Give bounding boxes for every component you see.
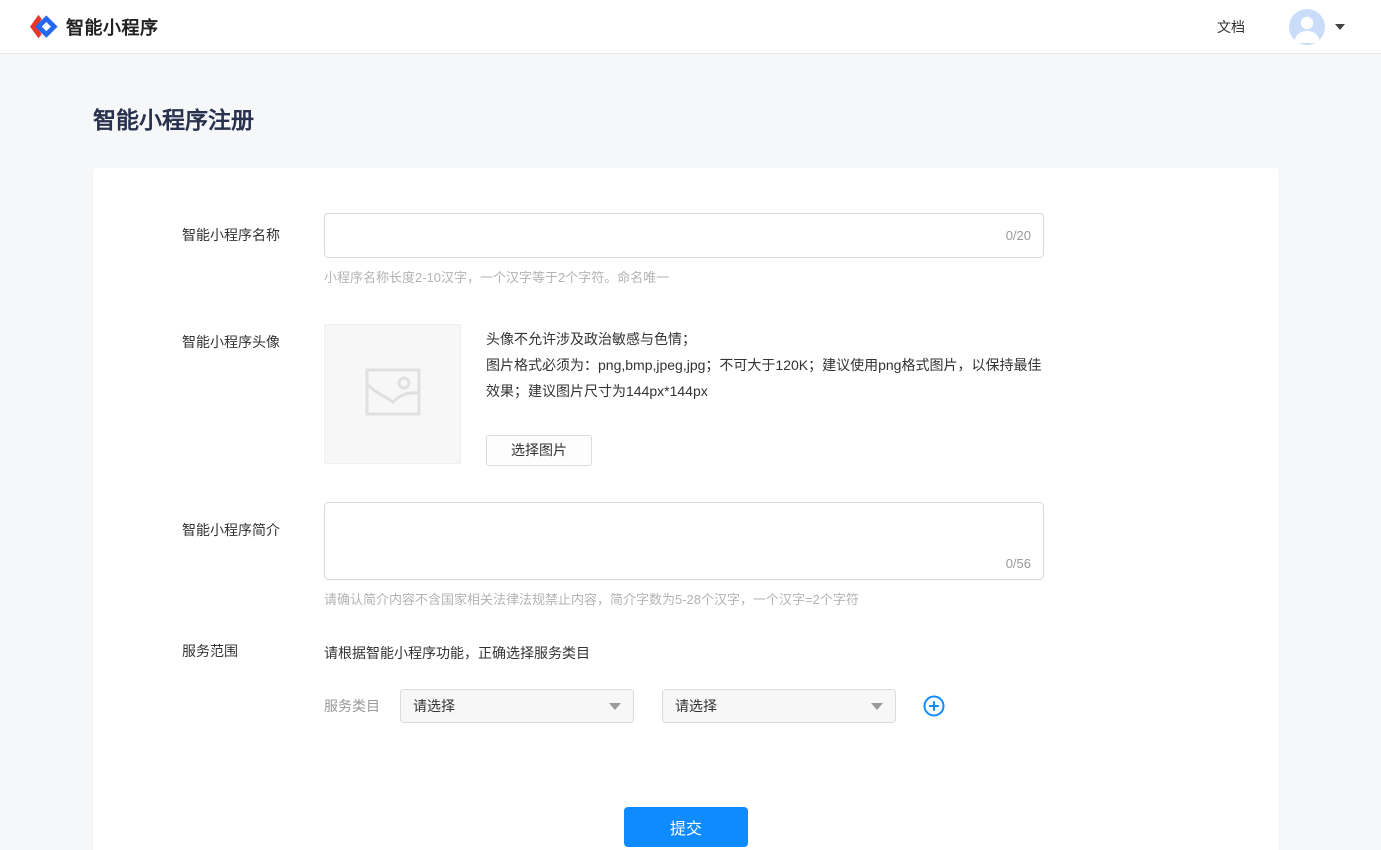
category-label: 服务类目 [324,696,380,716]
plus-circle-icon[interactable] [923,695,945,717]
avatar-upload-box[interactable] [324,324,461,464]
chevron-down-icon [609,703,621,710]
name-label: 智能小程序名称 [182,213,324,286]
caret-down-icon[interactable] [1335,24,1345,30]
name-input[interactable] [325,214,1043,257]
name-help-text: 小程序名称长度2-10汉字，一个汉字等于2个字符。命名唯一 [324,267,1044,286]
brand: 智能小程序 [28,12,159,42]
avatar-tips-line1: 头像不允许涉及政治敏感与色情； [486,326,1042,352]
smartprogram-logo-icon [28,12,58,42]
page-title: 智能小程序注册 [93,101,1381,135]
scope-label: 服务范围 [182,641,324,723]
name-row: 智能小程序名称 0/20 小程序名称长度2-10汉字，一个汉字等于2个字符。命名… [182,213,1279,286]
top-header: 智能小程序 文档 [0,0,1381,54]
intro-row: 智能小程序简介 0/56 请确认简介内容不含国家相关法律法规禁止内容，简介字数为… [182,502,1279,608]
avatar-tips-line2: 图片格式必须为：png,bmp,jpeg,jpg；不可大于120K；建议使用pn… [486,352,1042,404]
docs-link[interactable]: 文档 [1217,17,1245,37]
intro-textarea[interactable] [325,503,1043,579]
choose-image-button[interactable]: 选择图片 [486,435,592,466]
avatar-row: 智能小程序头像 头像不允许涉及政治敏感与色情； 图片格式必须为：png,bmp,… [182,324,1279,466]
header-right: 文档 [1217,9,1345,45]
submit-row: 提交 [93,807,1279,847]
intro-field-box: 0/56 [324,502,1044,580]
chevron-down-icon [871,703,883,710]
category-select-1[interactable]: 请选择 [400,689,634,723]
brand-title: 智能小程序 [66,14,159,40]
category-select-2-value: 请选择 [675,696,717,716]
avatar-label: 智能小程序头像 [182,324,324,466]
intro-help-text: 请确认简介内容不含国家相关法律法规禁止内容，简介字数为5-28个汉字，一个汉字=… [324,589,1044,608]
category-select-1-value: 请选择 [413,696,455,716]
intro-label: 智能小程序简介 [182,502,324,608]
name-field-box: 0/20 [324,213,1044,258]
image-placeholder-icon [365,368,421,421]
scope-row: 服务范围 请根据智能小程序功能，正确选择服务类目 服务类目 请选择 请选择 [182,641,1279,723]
user-avatar-icon[interactable] [1289,9,1325,45]
scope-instruction: 请根据智能小程序功能，正确选择服务类目 [324,641,945,663]
category-row: 服务类目 请选择 请选择 [324,689,945,723]
registration-card: 智能小程序名称 0/20 小程序名称长度2-10汉字，一个汉字等于2个字符。命名… [93,168,1279,850]
submit-button[interactable]: 提交 [624,807,748,847]
category-select-2[interactable]: 请选择 [662,689,896,723]
